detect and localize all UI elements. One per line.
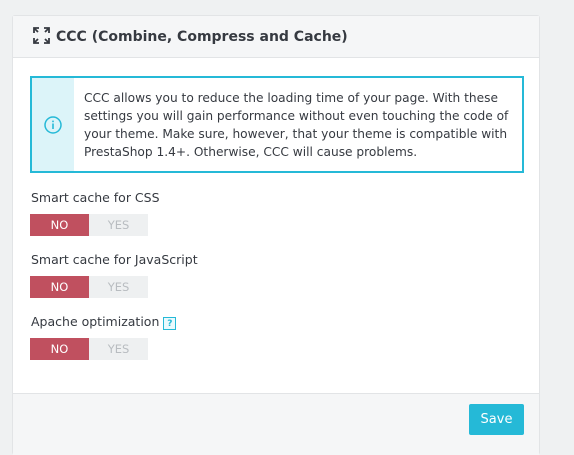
info-alert: CCC allows you to reduce the loading tim… <box>30 76 524 173</box>
smart-cache-js-yes-option[interactable]: YES <box>89 276 148 298</box>
panel-heading: CCC (Combine, Compress and Cache) <box>13 16 539 58</box>
smart-cache-css-toggle[interactable]: NO YES <box>30 214 148 236</box>
smart-cache-js-label: Smart cache for JavaScript <box>31 252 198 267</box>
apache-optimization-yes-option[interactable]: YES <box>89 338 148 360</box>
smart-cache-js-toggle[interactable]: NO YES <box>30 276 148 298</box>
smart-cache-css-label: Smart cache for CSS <box>31 190 160 205</box>
ccc-panel: CCC (Combine, Compress and Cache) CCC al… <box>12 15 540 455</box>
panel-footer: Save <box>13 393 539 455</box>
info-icon <box>44 116 62 134</box>
save-button[interactable]: Save <box>469 404 524 435</box>
help-icon[interactable]: ? <box>163 317 177 330</box>
expand-icon <box>33 27 50 44</box>
apache-optimization-label: Apache optimization <box>31 314 160 329</box>
panel-title: CCC (Combine, Compress and Cache) <box>56 29 348 45</box>
apache-optimization-no-option[interactable]: NO <box>30 338 89 360</box>
apache-optimization-label-row: Apache optimization? <box>31 314 177 330</box>
smart-cache-css-no-option[interactable]: NO <box>30 214 89 236</box>
apache-optimization-toggle[interactable]: NO YES <box>30 338 148 360</box>
smart-cache-js-no-option[interactable]: NO <box>30 276 89 298</box>
alert-icon-column <box>32 78 74 171</box>
alert-text: CCC allows you to reduce the loading tim… <box>84 91 509 159</box>
smart-cache-css-yes-option[interactable]: YES <box>89 214 148 236</box>
